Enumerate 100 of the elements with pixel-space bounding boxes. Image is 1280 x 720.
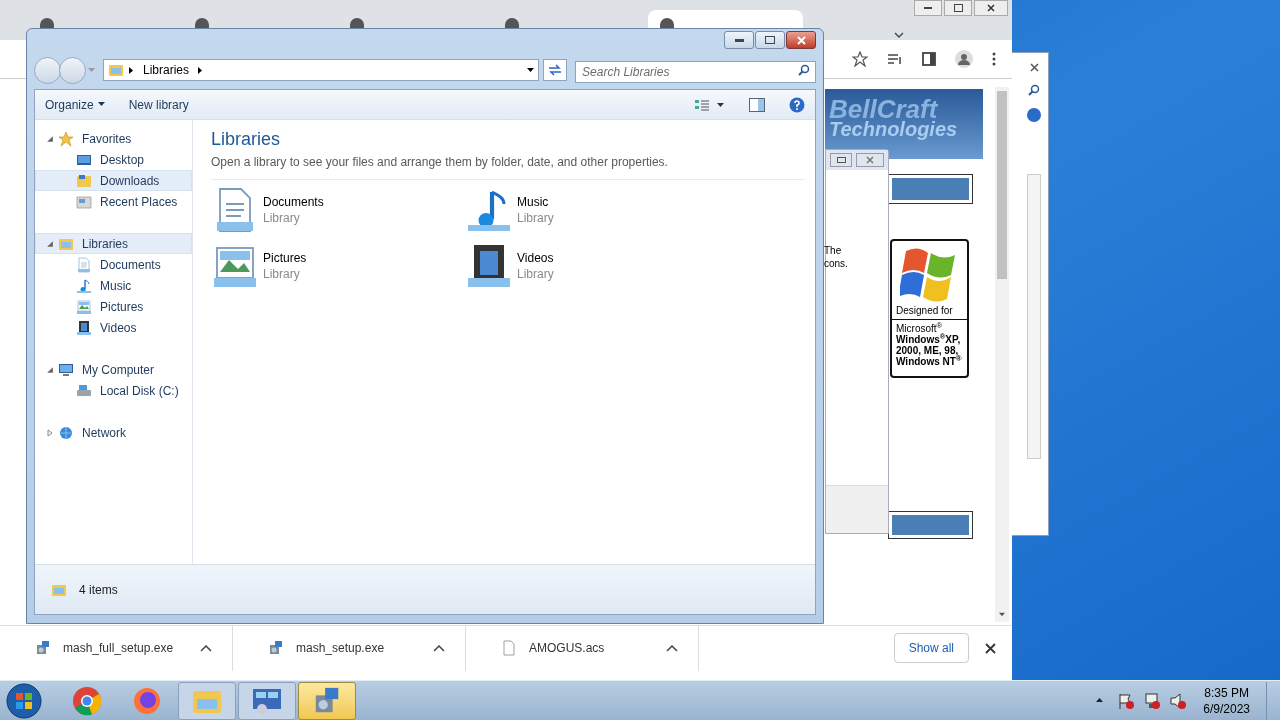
preview-pane-icon[interactable] (749, 97, 765, 112)
chrome-icon (72, 685, 102, 716)
scrollbar[interactable] (995, 87, 1009, 622)
library-item[interactable]: Pictures Library (211, 242, 465, 290)
library-name: Documents (263, 194, 324, 210)
computer-icon (58, 361, 74, 378)
network-icon (58, 424, 74, 441)
address-bar[interactable]: Libraries (103, 59, 540, 81)
clock-date: 6/9/2023 (1203, 700, 1250, 717)
restore-button[interactable] (830, 153, 852, 167)
taskbar-button[interactable] (298, 681, 356, 720)
videos-icon (465, 242, 513, 290)
library-name: Videos (517, 250, 554, 266)
menu-icon[interactable] (992, 52, 996, 66)
toolbar-button[interactable]: New library (128, 95, 189, 114)
favicon (195, 18, 209, 28)
help-icon[interactable] (1027, 108, 1041, 122)
tree-group-item[interactable]: Network (35, 422, 192, 443)
download-item[interactable]: mash_full_setup.exe (0, 625, 233, 671)
taskbar-button[interactable] (238, 681, 296, 720)
minimize-button[interactable] (914, 0, 942, 16)
breadcrumb[interactable]: Libraries (139, 61, 194, 79)
side-panel-icon[interactable] (922, 52, 936, 66)
browser-tab[interactable] (648, 10, 803, 28)
tree-item[interactable]: Pictures (35, 296, 192, 317)
tree-item[interactable]: Desktop (35, 149, 192, 170)
avatar-icon[interactable] (955, 50, 973, 68)
disk-icon (76, 382, 92, 399)
caret-up-icon[interactable] (433, 644, 445, 652)
search-field[interactable]: Search Libraries (575, 61, 816, 83)
download-name: mash_setup.exe (296, 640, 386, 657)
dialog-text: cons. (824, 257, 849, 270)
download-item[interactable]: mash_setup.exe (233, 625, 466, 671)
pictures-icon (76, 298, 92, 315)
tree-label: Recent Places (100, 193, 178, 211)
expanded-arrow-icon[interactable] (46, 365, 54, 374)
page-subtitle: Open a library to see your files and arrange them by folder, date, and other properties. (211, 153, 805, 180)
search-icon (798, 64, 810, 76)
library-item[interactable]: Videos Library (465, 242, 719, 290)
favicon (350, 18, 364, 28)
tree-label: Pictures (100, 298, 144, 316)
scroll-down-icon[interactable] (999, 612, 1005, 618)
scrollbar[interactable] (1027, 174, 1041, 459)
expanded-arrow-icon[interactable] (46, 239, 54, 248)
network-alert-icon[interactable] (1143, 691, 1162, 710)
download-item[interactable]: AMOGUS.acs (466, 625, 699, 671)
close-icon[interactable] (985, 642, 996, 654)
library-item[interactable]: Music Library (465, 186, 719, 234)
chevron-down-icon[interactable] (894, 32, 904, 38)
tray-arrow-icon[interactable] (1096, 697, 1104, 704)
collapsed-arrow-icon[interactable] (46, 428, 54, 437)
refresh-button[interactable] (543, 59, 568, 81)
tree-item[interactable]: Recent Places (35, 191, 192, 212)
close-button[interactable] (974, 0, 1008, 16)
volume-muted-icon[interactable] (1169, 691, 1188, 710)
tree-group-item[interactable]: Libraries (35, 233, 192, 254)
library-item[interactable]: Documents Library (211, 186, 465, 234)
logo-text: BellCraft (829, 99, 939, 119)
toolbar-button[interactable]: Organize (45, 95, 105, 114)
library-name: Pictures (263, 250, 307, 266)
dropdown-arrow-icon[interactable] (527, 66, 535, 74)
maximize-button[interactable] (944, 0, 972, 16)
tree-group-item[interactable]: My Computer (35, 359, 192, 380)
close-button[interactable] (786, 31, 816, 49)
tree-label: Desktop (100, 151, 145, 169)
installer-icon (35, 640, 51, 656)
caret-up-icon[interactable] (200, 644, 212, 652)
show-all-button[interactable]: Show all (893, 633, 969, 663)
minimize-icon (924, 7, 932, 9)
music-icon (76, 277, 92, 294)
star-icon (58, 130, 74, 147)
start-button[interactable] (4, 681, 44, 720)
tree-item[interactable]: Local Disk (C:) (35, 380, 192, 401)
flag-alert-icon[interactable] (1117, 691, 1136, 710)
star-icon[interactable] (852, 51, 868, 67)
close-icon[interactable] (1029, 63, 1039, 72)
tree-group-item[interactable]: Favorites (35, 128, 192, 149)
tree-item[interactable]: Videos (35, 317, 192, 338)
tree-label: Local Disk (C:) (100, 382, 179, 400)
help-icon[interactable] (789, 96, 805, 113)
favicon (660, 18, 674, 28)
expanded-arrow-icon[interactable] (46, 134, 54, 143)
tree-item[interactable]: Documents (35, 254, 192, 275)
search-icon[interactable] (1028, 84, 1040, 96)
status-text: 4 items (79, 581, 118, 599)
close-icon (987, 4, 995, 12)
breadcrumb-arrow-icon (197, 66, 205, 74)
tree-item[interactable]: Music (35, 275, 192, 296)
tree-label: Network (82, 424, 126, 442)
favicon (505, 18, 519, 28)
dropdown-arrow-icon (97, 101, 105, 108)
maximize-button[interactable] (755, 31, 785, 49)
library-type: Library (263, 210, 301, 226)
tree-item[interactable]: Downloads (35, 170, 192, 191)
view-options-icon[interactable] (695, 98, 725, 111)
restore-icon (953, 4, 963, 12)
minimize-button[interactable] (724, 31, 754, 49)
reading-list-icon[interactable] (887, 53, 903, 65)
caret-up-icon[interactable] (666, 644, 678, 652)
badge-line: Windows$^{®}$XP, (896, 334, 962, 345)
